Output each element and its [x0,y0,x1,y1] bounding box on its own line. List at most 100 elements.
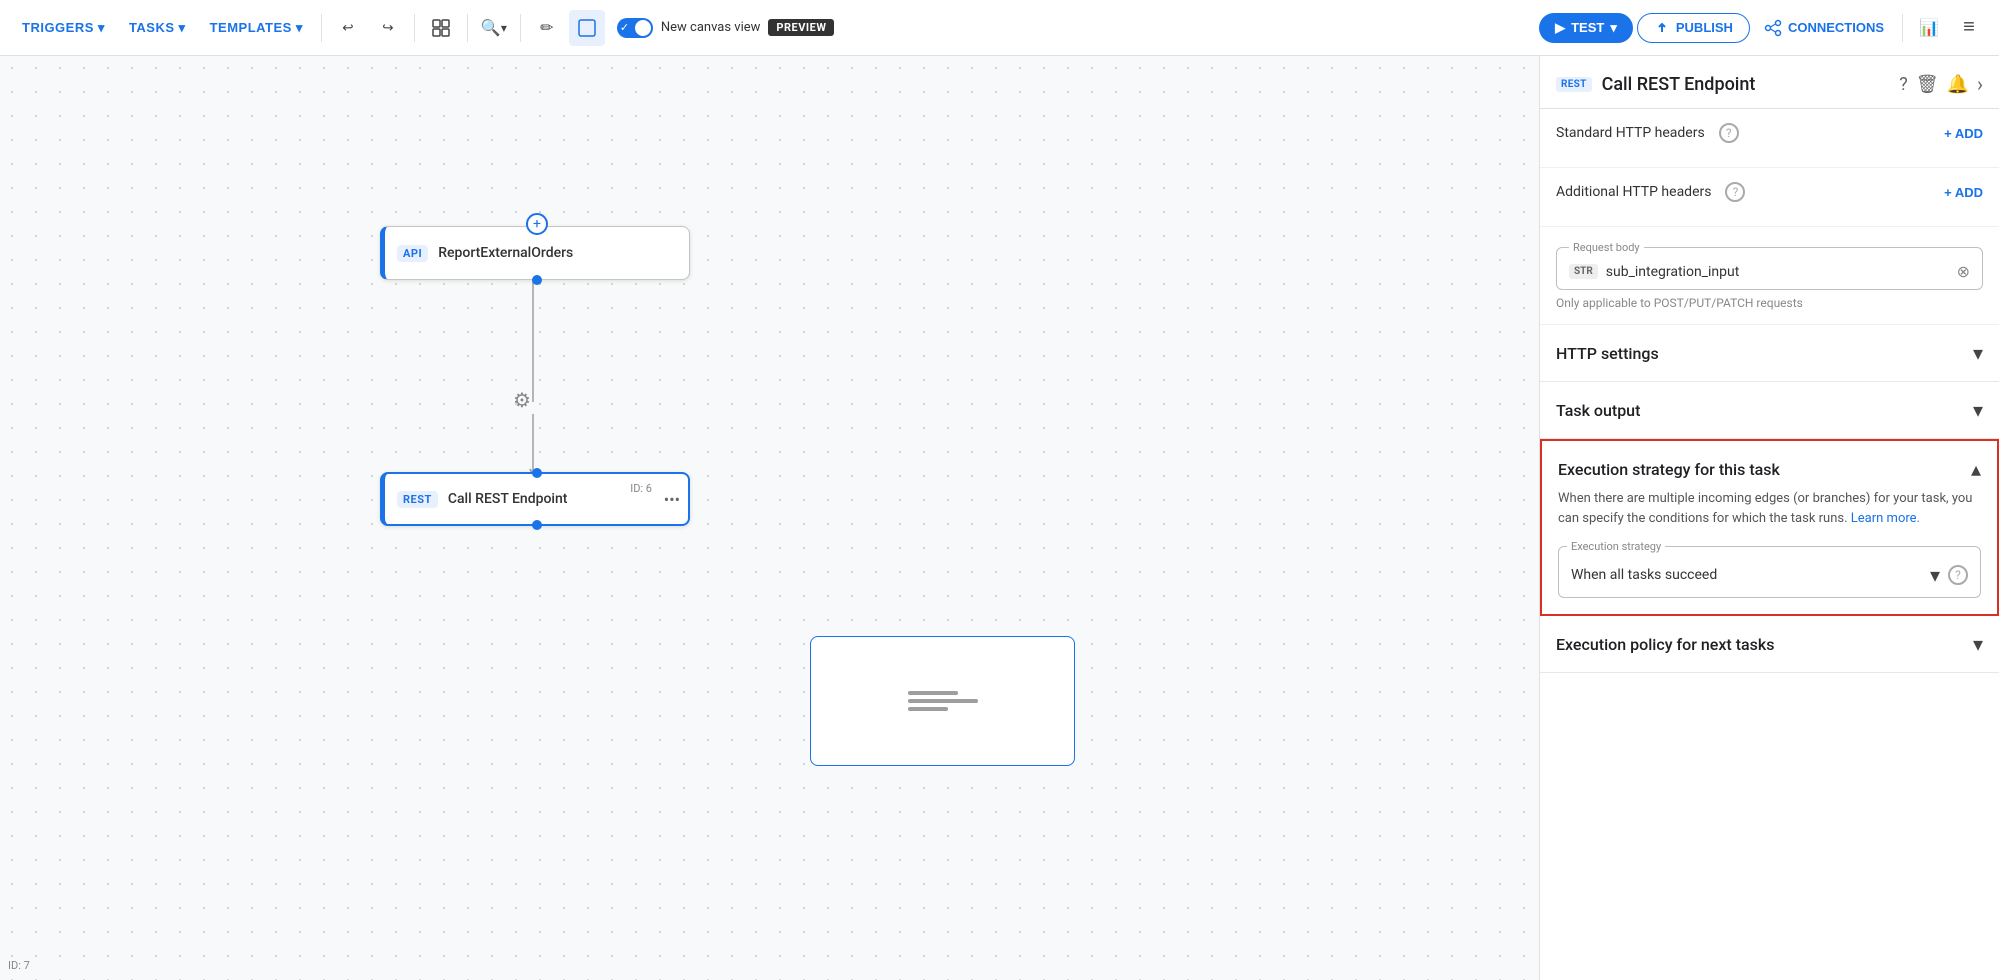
pen-icon: ✏ [540,18,553,38]
canvas-icon [577,18,597,38]
notification-icon[interactable]: 🔔 [1947,74,1969,95]
canvas-view-toggle[interactable]: ✓ [617,18,653,38]
standard-http-headers-section: Standard HTTP headers ? + ADD [1540,109,1999,168]
pen-button[interactable]: ✏ [529,10,565,46]
layout-button[interactable] [423,10,459,46]
additional-http-add-button[interactable]: + ADD [1944,185,1983,200]
divider-1 [321,14,322,42]
plus-icon: + [533,216,541,232]
exec-strategy-this-section: Execution strategy for this task ▴ When … [1540,439,1999,616]
collapse-icon[interactable]: › [1977,72,1983,96]
exec-strategy-dropdown[interactable]: ▾ [1930,563,1940,587]
learn-more-link[interactable]: Learn more. [1851,511,1920,526]
exec-strategy-this-chevron: ▴ [1971,457,1981,481]
rest-node-label: Call REST Endpoint [448,491,568,507]
exec-strategy-help[interactable]: ? [1948,565,1968,585]
delete-icon[interactable]: 🗑 [1916,74,1939,95]
task-output-title: Task output [1556,401,1640,420]
triggers-menu[interactable]: TRIGGERS ▾ [12,14,115,42]
layout-icon [431,18,451,38]
rest-node-connector-top [532,468,542,478]
exec-strategy-this-body: When there are multiple incoming edges (… [1542,489,1997,614]
zoom-icon: 🔍 [481,18,501,38]
test-chevron: ▾ [1610,20,1617,36]
chart-button[interactable]: 📊 [1911,10,1947,46]
standard-http-add-button[interactable]: + ADD [1944,126,1983,141]
triggers-chevron: ▾ [98,20,105,36]
task-output-section: Task output ▾ [1540,382,1999,439]
exec-strategy-this-title: Execution strategy for this task [1558,460,1780,479]
zoom-chevron: ▾ [501,21,507,35]
divider-5 [1902,14,1903,42]
divider-4 [520,14,521,42]
chart-icon: 📊 [1919,18,1939,38]
connections-icon [1764,19,1782,37]
api-node-add-top[interactable]: + [526,213,548,235]
exec-strategy-this-header[interactable]: Execution strategy for this task ▴ [1542,441,1997,489]
preview-badge: PREVIEW [768,19,834,36]
templates-chevron: ▾ [296,20,303,36]
panel-title: Call REST Endpoint [1602,74,1890,95]
canvas-mode-button[interactable] [569,10,605,46]
task-output-chevron: ▾ [1973,398,1983,422]
panel-header: REST Call REST Endpoint ? 🗑 🔔 › [1540,56,1999,109]
menu-button[interactable]: ≡ [1951,10,1987,46]
panel-rest-badge: REST [1556,77,1592,92]
canvas-view-label: New canvas view [661,20,761,35]
redo-button[interactable]: ↪ [370,10,406,46]
request-body-clear[interactable]: ⊗ [1957,262,1970,281]
canvas-view-toggle-area: ✓ New canvas view PREVIEW [617,18,835,38]
divider-2 [414,14,415,42]
gear-icon-on-line[interactable]: ⚙ [508,386,536,414]
mini-canvas-node[interactable] [810,636,1075,766]
request-body-helper: Only applicable to POST/PUT/PATCH reques… [1556,296,1983,310]
task-output-header[interactable]: Task output ▾ [1540,382,1999,438]
exec-strategy-value: When all tasks succeed [1571,567,1930,583]
menu-icon: ≡ [1963,16,1975,39]
connection-lines [0,56,1539,980]
rest-node-connector-bottom [532,520,542,530]
templates-label: TEMPLATES [210,20,292,35]
triggers-label: TRIGGERS [22,20,94,35]
exec-policy-next-chevron: ▾ [1973,632,1983,656]
standard-http-help[interactable]: ? [1719,123,1739,143]
exec-strategy-fieldset: Execution strategy When all tasks succee… [1558,540,1981,598]
request-body-fieldset: Request body STR sub_integration_input ⊗ [1556,241,1983,290]
mini-line-1 [908,691,958,695]
templates-menu[interactable]: TEMPLATES ▾ [200,14,313,42]
exec-policy-next-header[interactable]: Execution policy for next tasks ▾ [1540,616,1999,672]
zoom-button[interactable]: 🔍 ▾ [476,10,512,46]
test-label: TEST [1571,20,1604,35]
canvas[interactable]: + API ReportExternalOrders ⚙ REST Call R… [0,56,1539,980]
additional-http-help[interactable]: ? [1725,182,1745,202]
rest-node-id: ID: 6 [630,482,652,495]
toolbar-right: ▶ TEST ▾ PUBLISH CONNECTIONS 📊 [1539,10,1987,46]
connections-button[interactable]: CONNECTIONS [1754,13,1894,43]
tasks-label: TASKS [129,20,175,35]
undo-icon: ↩ [342,20,353,36]
http-settings-header[interactable]: HTTP settings ▾ [1540,325,1999,381]
rest-node[interactable]: REST Call REST Endpoint ID: 6 ••• [380,472,690,526]
redo-icon: ↪ [382,20,393,36]
publish-button[interactable]: PUBLISH [1637,13,1750,43]
tasks-menu[interactable]: TASKS ▾ [119,14,196,42]
api-node-connector-bottom [532,275,542,285]
additional-http-headers-label: Additional HTTP headers ? [1556,182,1745,202]
http-settings-title: HTTP settings [1556,344,1659,363]
canvas-id-label: ID: 7 [8,959,30,972]
play-icon: ▶ [1555,20,1565,36]
mini-line-3 [908,707,948,711]
test-button[interactable]: ▶ TEST ▾ [1539,13,1633,43]
help-icon[interactable]: ? [1899,74,1908,95]
http-settings-section: HTTP settings ▾ [1540,325,1999,382]
main-area: + API ReportExternalOrders ⚙ REST Call R… [0,56,1999,980]
request-body-legend: Request body [1569,241,1644,254]
connections-label: CONNECTIONS [1788,20,1884,35]
exec-policy-next-title: Execution policy for next tasks [1556,635,1774,654]
request-body-section: Request body STR sub_integration_input ⊗… [1540,227,1999,325]
more-options-button[interactable]: ••• [664,490,680,509]
undo-button[interactable]: ↩ [330,10,366,46]
api-node[interactable]: + API ReportExternalOrders [380,226,690,280]
api-node-label: ReportExternalOrders [438,245,573,261]
standard-http-headers-label: Standard HTTP headers ? [1556,123,1739,143]
